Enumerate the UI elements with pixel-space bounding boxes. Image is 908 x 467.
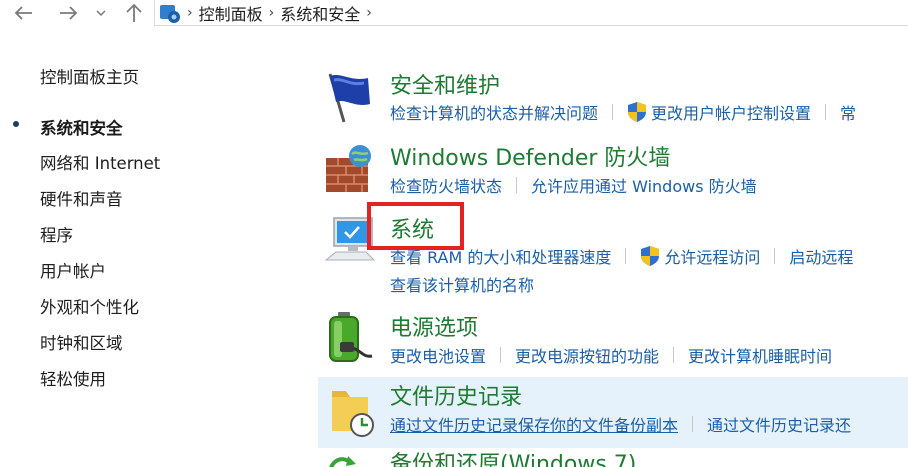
launch-remote-assistance-link[interactable]: 启动远程: [789, 244, 853, 268]
battery-icon: [329, 312, 373, 362]
section-power-options: 电源选项 更改电池设置 更改电源按钮的功能 更改计算机睡眠时间: [318, 308, 908, 370]
recent-dropdown-icon[interactable]: [92, 0, 110, 25]
section-file-history: 文件历史记录 通过文件历史记录保存你的文件备份副本 通过文件历史记录还: [318, 377, 908, 448]
link-separator: [825, 104, 827, 120]
save-backup-copies-link[interactable]: 通过文件历史记录保存你的文件备份副本: [390, 412, 678, 436]
flag-icon: [328, 73, 370, 123]
up-arrow-icon[interactable]: [120, 0, 148, 25]
address-bar: › 控制面板 › 系统和安全 ›: [0, 0, 908, 26]
nav-appearance[interactable]: 外观和个性化: [40, 294, 139, 318]
link-separator: [516, 177, 518, 193]
nav-programs[interactable]: 程序: [40, 222, 73, 246]
link-separator: [612, 104, 614, 120]
section-firewall: Windows Defender 防火墙 检查防火墙状态 允许应用通过 Wind…: [318, 138, 908, 198]
change-battery-settings-link[interactable]: 更改电池设置: [390, 343, 486, 367]
breadcrumb-separator: ›: [268, 4, 275, 21]
section-backup-restore: 备份和还原(Windows 7): [318, 450, 908, 467]
nav-control-panel-home[interactable]: 控制面板主页: [40, 64, 139, 88]
link-separator: [774, 248, 776, 264]
troubleshoot-link[interactable]: 常: [840, 100, 856, 124]
control-panel-icon: [160, 4, 180, 23]
backup-icon: [329, 456, 356, 467]
nav-hardware-sound[interactable]: 硬件和声音: [40, 186, 123, 210]
allow-app-through-firewall-link[interactable]: 允许应用通过 Windows 防火墙: [531, 173, 757, 197]
restore-files-link[interactable]: 通过文件历史记录还: [707, 412, 851, 436]
nav-ease-of-access[interactable]: 轻松使用: [40, 366, 106, 390]
power-options-title[interactable]: 电源选项: [390, 310, 478, 342]
nav-system-security[interactable]: 系统和安全: [40, 115, 123, 139]
link-separator: [692, 416, 694, 432]
breadcrumb-separator[interactable]: ›: [366, 5, 372, 21]
back-arrow-icon[interactable]: [8, 0, 38, 25]
section-security-maintenance: 安全和维护 检查计算机的状态并解决问题 更改用户帐户控制设置 常: [318, 66, 908, 128]
breadcrumb-separator: ›: [187, 4, 193, 21]
breadcrumb-control-panel[interactable]: 控制面板: [199, 1, 263, 25]
backup-restore-title[interactable]: 备份和还原(Windows 7): [390, 450, 636, 467]
file-history-title[interactable]: 文件历史记录: [390, 379, 522, 411]
change-uac-settings-link[interactable]: 更改用户帐户控制设置: [651, 100, 811, 124]
change-sleep-time-link[interactable]: 更改计算机睡眠时间: [688, 343, 832, 367]
nav-user-accounts[interactable]: 用户帐户: [40, 258, 106, 282]
check-status-link[interactable]: 检查计算机的状态并解决问题: [390, 100, 598, 124]
link-separator: [500, 347, 502, 363]
forward-arrow-icon[interactable]: [54, 0, 84, 25]
security-maintenance-title[interactable]: 安全和维护: [390, 68, 500, 100]
link-separator: [625, 248, 627, 264]
uac-shield-icon: [628, 102, 647, 122]
breadcrumb[interactable]: › 控制面板 › 系统和安全 ›: [154, 0, 908, 26]
firewall-icon: [326, 145, 371, 192]
annotation-highlight-box: [367, 202, 464, 250]
link-separator: [673, 347, 675, 363]
view-computer-name-link[interactable]: 查看该计算机的名称: [390, 272, 534, 296]
nav-clock-region[interactable]: 时钟和区域: [40, 330, 123, 354]
breadcrumb-system-security[interactable]: 系统和安全: [280, 1, 360, 25]
uac-shield-icon: [641, 246, 660, 266]
change-power-buttons-link[interactable]: 更改电源按钮的功能: [515, 343, 659, 367]
firewall-title[interactable]: Windows Defender 防火墙: [390, 140, 670, 172]
check-firewall-status-link[interactable]: 检查防火墙状态: [390, 173, 502, 197]
nav-network-internet[interactable]: 网络和 Internet: [40, 150, 160, 174]
nav-active-bullet: [13, 121, 19, 127]
allow-remote-access-link[interactable]: 允许远程访问: [664, 244, 760, 268]
file-history-icon: [332, 391, 374, 437]
